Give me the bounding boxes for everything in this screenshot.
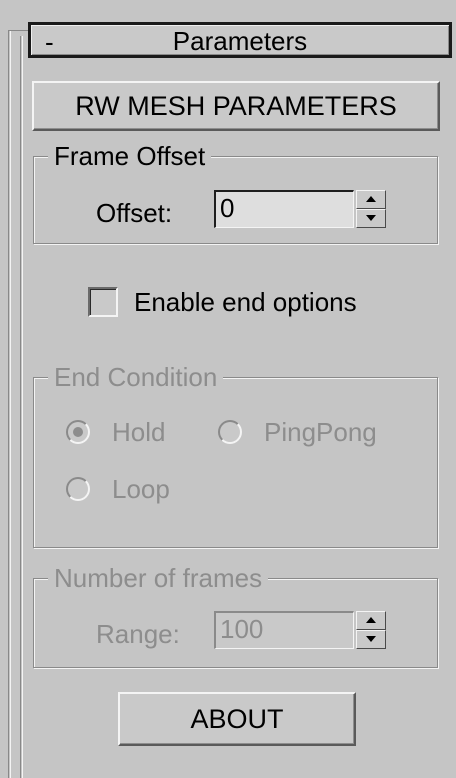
pingpong-radio-label[interactable]: PingPong (264, 417, 377, 448)
arrow-up-icon (366, 196, 376, 202)
panel-rail (8, 30, 9, 778)
radio-selected-dot (73, 427, 83, 437)
rollout-title: Parameters (172, 26, 308, 56)
hold-radio[interactable] (66, 420, 90, 444)
hold-radio-label[interactable]: Hold (112, 417, 165, 448)
pingpong-radio[interactable] (218, 420, 242, 444)
offset-spinner-up[interactable] (356, 190, 386, 209)
loop-radio[interactable] (66, 477, 90, 501)
number-of-frames-group-title: Number of frames (48, 563, 269, 593)
rollout-panel: - Parameters RW MESH PARAMETERS Frame Of… (0, 0, 456, 778)
number-of-frames-group: Number of frames Range: 100 (33, 563, 438, 668)
about-button[interactable]: ABOUT (118, 692, 356, 746)
offset-input[interactable]: 0 (214, 190, 354, 228)
panel-rail-inner (20, 36, 21, 778)
parameters-rollout-header[interactable]: - Parameters (28, 22, 452, 58)
enable-end-options-checkbox[interactable] (88, 287, 118, 317)
offset-label: Offset: (96, 198, 173, 228)
range-spinner-down[interactable] (356, 630, 386, 649)
arrow-down-icon (366, 636, 376, 642)
range-input[interactable]: 100 (214, 611, 354, 649)
enable-end-options-label[interactable]: Enable end options (134, 287, 357, 318)
offset-spinner-down[interactable] (356, 209, 386, 228)
end-condition-group: End Condition Hold PingPong Loop (33, 362, 438, 548)
range-spinner-up[interactable] (356, 611, 386, 630)
frame-offset-group: Frame Offset Offset: 0 (33, 141, 438, 244)
frame-offset-group-title: Frame Offset (48, 141, 212, 171)
range-spinner[interactable] (356, 611, 386, 649)
loop-radio-label[interactable]: Loop (112, 474, 170, 505)
arrow-up-icon (366, 617, 376, 623)
arrow-down-icon (366, 215, 376, 221)
range-label: Range: (96, 619, 180, 649)
panel-rail-top (8, 30, 28, 31)
panel-rail-inner-highlight (22, 36, 23, 778)
rw-mesh-parameters-button[interactable]: RW MESH PARAMETERS (32, 81, 440, 131)
panel-rail-highlight (10, 30, 11, 778)
end-condition-group-title: End Condition (48, 362, 224, 392)
offset-spinner[interactable] (356, 190, 386, 228)
